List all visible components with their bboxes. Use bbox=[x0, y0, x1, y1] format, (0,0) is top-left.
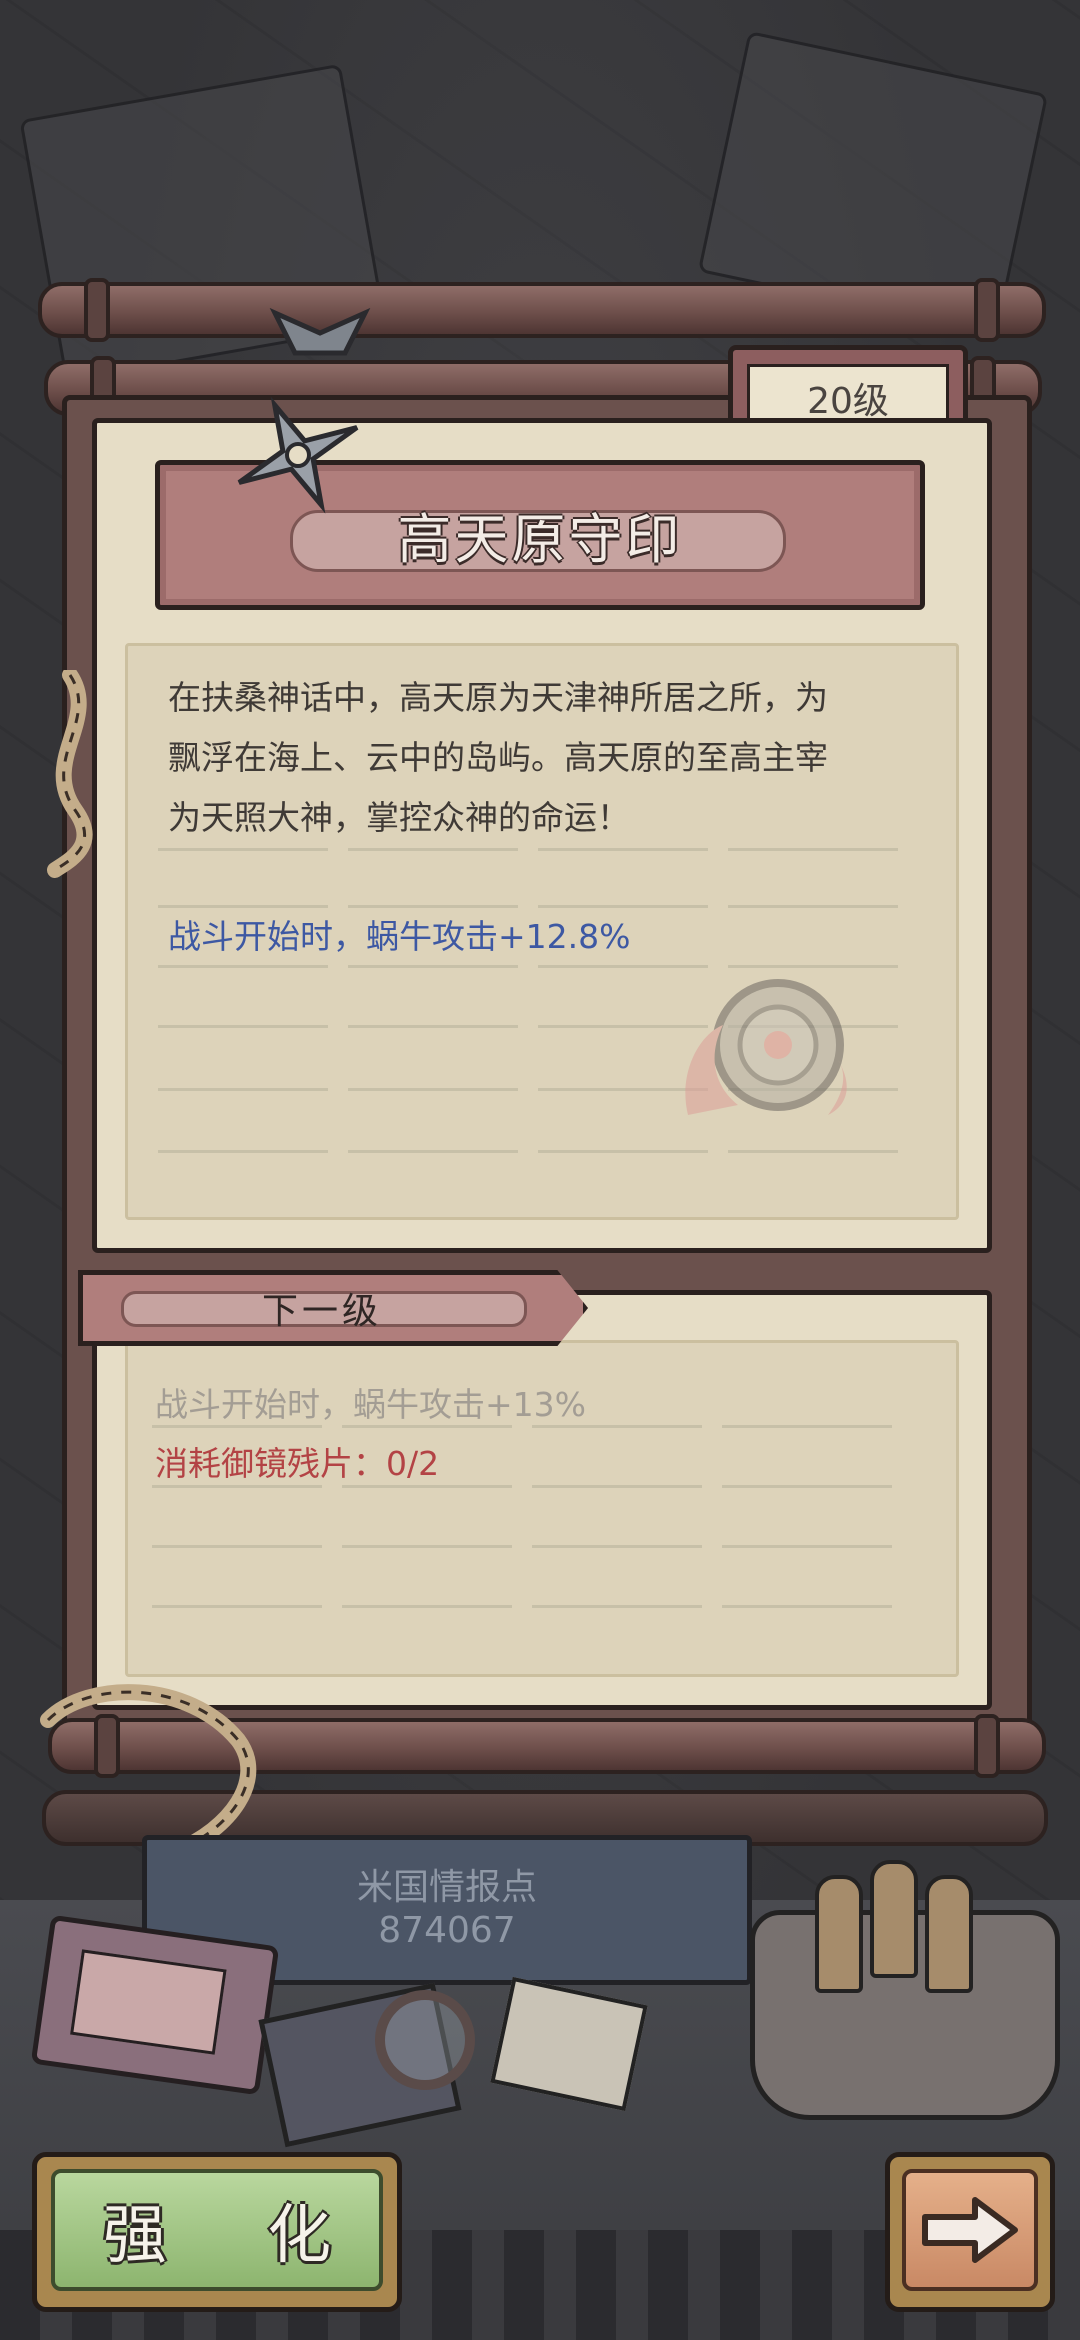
upgrade-cost: 消耗御镜残片：0/2 bbox=[155, 1444, 440, 1483]
rope-decoration bbox=[47, 670, 93, 878]
strengthen-button-label: 强 化 bbox=[102, 2199, 372, 2273]
ruled-line bbox=[152, 1605, 907, 1608]
next-level-paper bbox=[92, 1290, 992, 1710]
next-level-effect: 战斗开始时，蜗牛攻击+13% bbox=[155, 1385, 586, 1424]
next-item-button[interactable] bbox=[885, 2152, 1055, 2312]
basket-decoration bbox=[750, 1860, 1060, 2120]
intel-points-label: 米国情报点 bbox=[356, 1867, 537, 1908]
item-description: 在扶桑神话中，高天原为天津神所居之所，为 飘浮在海上、云中的岛屿。高天原的至高主… bbox=[168, 668, 928, 848]
ruled-line bbox=[158, 1150, 908, 1153]
description-line: 飘浮在海上、云中的岛屿。高天原的至高主宰 bbox=[168, 738, 828, 777]
ruled-line bbox=[152, 1485, 907, 1488]
arrow-right-icon bbox=[922, 2197, 1018, 2263]
shuriken-icon bbox=[237, 396, 359, 514]
book-decoration bbox=[30, 1914, 280, 2096]
scroll-rod-top bbox=[38, 278, 1046, 342]
description-line: 在扶桑神话中，高天原为天津神所居之所，为 bbox=[168, 678, 828, 717]
current-effect: 战斗开始时，蜗牛攻击+12.8% bbox=[168, 917, 631, 956]
strengthen-button[interactable]: 强 化 bbox=[32, 2152, 402, 2312]
description-line: 为天照大神，掌控众神的命运！ bbox=[168, 798, 630, 837]
ruled-line bbox=[152, 1545, 907, 1548]
next-level-header: 下一级 bbox=[262, 1291, 383, 1332]
shuriken-icon bbox=[269, 308, 371, 356]
seal-emblem-icon bbox=[685, 979, 847, 1115]
ruled-line bbox=[158, 848, 908, 851]
ruled-line bbox=[158, 905, 908, 908]
magnifier-icon bbox=[375, 1990, 475, 2090]
